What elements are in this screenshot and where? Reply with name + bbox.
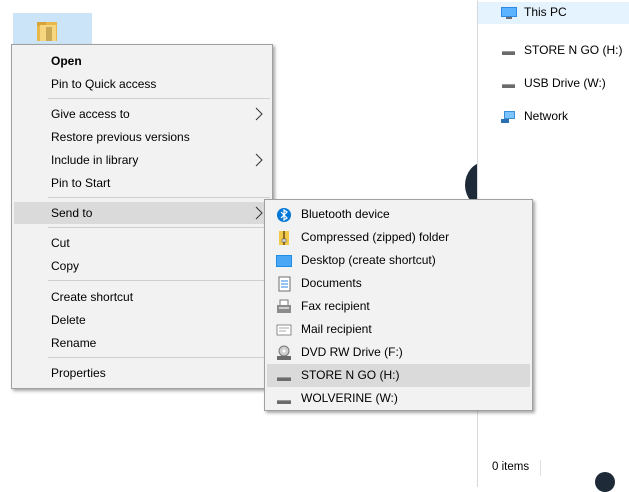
bluetooth-icon (277, 208, 291, 222)
nav-item-this-pc[interactable]: This PC (478, 2, 629, 24)
submenu-label: WOLVERINE (W:) (301, 391, 398, 405)
submenu-item-bluetooth[interactable]: Bluetooth device (267, 203, 530, 226)
fax-icon (277, 299, 291, 313)
submenu-label: STORE N GO (H:) (301, 368, 400, 382)
menu-item-open[interactable]: Open (14, 50, 270, 72)
menu-separator (48, 227, 270, 228)
menu-item-pin-start[interactable]: Pin to Start (14, 172, 270, 194)
nav-item-store-n-go[interactable]: STORE N GO (H:) (478, 40, 629, 62)
chevron-right-icon (255, 206, 263, 220)
menu-label: Include in library (51, 153, 139, 167)
submenu-label: Compressed (zipped) folder (301, 230, 450, 244)
chevron-right-icon (255, 153, 263, 167)
menu-separator (48, 280, 270, 281)
menu-item-properties[interactable]: Properties (14, 362, 270, 384)
menu-label: Open (51, 54, 82, 68)
menu-item-create-shortcut[interactable]: Create shortcut (14, 286, 270, 308)
folder-icon[interactable] (34, 18, 60, 44)
menu-item-give-access[interactable]: Give access to (14, 103, 270, 125)
send-to-submenu: Bluetooth device Compressed (zipped) fol… (264, 199, 533, 411)
drive-icon (502, 84, 515, 88)
menu-separator (48, 357, 270, 358)
background-shape (595, 472, 615, 492)
zip-folder-icon (279, 231, 289, 245)
menu-item-send-to[interactable]: Send to (14, 202, 270, 224)
submenu-label: Mail recipient (301, 322, 372, 336)
nav-item-label: Network (524, 109, 569, 123)
menu-item-pin-quick-access[interactable]: Pin to Quick access (14, 73, 270, 95)
submenu-label: DVD RW Drive (F:) (301, 345, 403, 359)
drive-icon (277, 377, 291, 381)
menu-label: Give access to (51, 107, 130, 121)
drive-icon (277, 400, 291, 404)
menu-label: Copy (51, 259, 80, 273)
submenu-item-store-n-go[interactable]: STORE N GO (H:) (267, 364, 530, 387)
menu-item-cut[interactable]: Cut (14, 232, 270, 254)
menu-item-include-library[interactable]: Include in library (14, 149, 270, 171)
context-menu: Open Pin to Quick access Give access to … (11, 44, 273, 389)
menu-label: Delete (51, 313, 86, 327)
menu-label: Pin to Start (51, 176, 111, 190)
menu-item-delete[interactable]: Delete (14, 309, 270, 331)
nav-item-label: This PC (524, 5, 567, 19)
nav-item-label: STORE N GO (H:) (524, 43, 623, 57)
menu-item-restore-versions[interactable]: Restore previous versions (14, 126, 270, 148)
menu-label: Create shortcut (51, 290, 134, 304)
menu-separator (48, 98, 270, 99)
menu-separator (48, 197, 270, 198)
menu-item-copy[interactable]: Copy (14, 255, 270, 277)
submenu-label: Desktop (create shortcut) (301, 253, 436, 267)
menu-label: Send to (51, 206, 93, 220)
submenu-item-dvd-drive[interactable]: DVD RW Drive (F:) (267, 341, 530, 364)
drive-icon (502, 51, 515, 55)
submenu-item-desktop[interactable]: Desktop (create shortcut) (267, 249, 530, 272)
dvd-drive-icon (277, 345, 291, 360)
submenu-item-fax[interactable]: Fax recipient (267, 295, 530, 318)
computer-icon (501, 7, 517, 19)
submenu-item-mail[interactable]: Mail recipient (267, 318, 530, 341)
menu-label: Rename (51, 336, 97, 350)
documents-icon (278, 276, 291, 292)
network-icon (501, 111, 515, 123)
chevron-right-icon (255, 107, 263, 121)
submenu-label: Bluetooth device (301, 207, 390, 221)
menu-label: Cut (51, 236, 70, 250)
submenu-item-compressed-folder[interactable]: Compressed (zipped) folder (267, 226, 530, 249)
menu-item-rename[interactable]: Rename (14, 332, 270, 354)
menu-label: Pin to Quick access (51, 77, 157, 91)
nav-item-network[interactable]: Network (478, 106, 629, 128)
submenu-label: Fax recipient (301, 299, 370, 313)
submenu-item-documents[interactable]: Documents (267, 272, 530, 295)
mail-icon (276, 324, 292, 336)
desktop-icon (276, 255, 292, 267)
submenu-label: Documents (301, 276, 362, 290)
status-divider (540, 460, 541, 476)
item-count: 0 items (492, 461, 530, 473)
menu-label: Properties (51, 366, 106, 380)
nav-item-usb-drive[interactable]: USB Drive (W:) (478, 73, 629, 95)
nav-item-label: USB Drive (W:) (524, 76, 606, 90)
menu-label: Restore previous versions (51, 130, 190, 144)
submenu-item-wolverine[interactable]: WOLVERINE (W:) (267, 387, 530, 410)
